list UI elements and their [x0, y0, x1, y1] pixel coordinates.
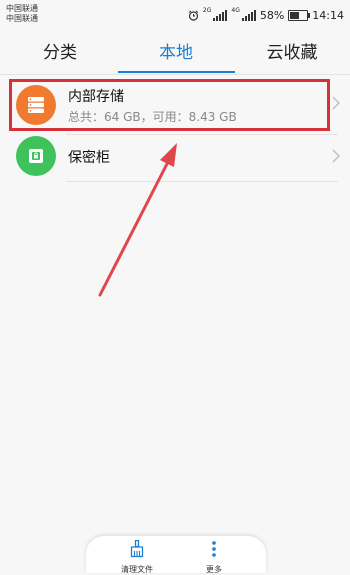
more-vertical-icon	[212, 541, 216, 557]
clean-files-button[interactable]: 清理文件	[102, 539, 172, 575]
more-button[interactable]: 更多	[179, 540, 249, 575]
annotation-arrow-icon	[98, 143, 177, 297]
more-label: 更多	[206, 565, 222, 574]
broom-icon	[130, 539, 144, 558]
clean-files-label: 清理文件	[121, 565, 153, 574]
bottom-action-bar: 清理文件 更多	[86, 536, 266, 575]
